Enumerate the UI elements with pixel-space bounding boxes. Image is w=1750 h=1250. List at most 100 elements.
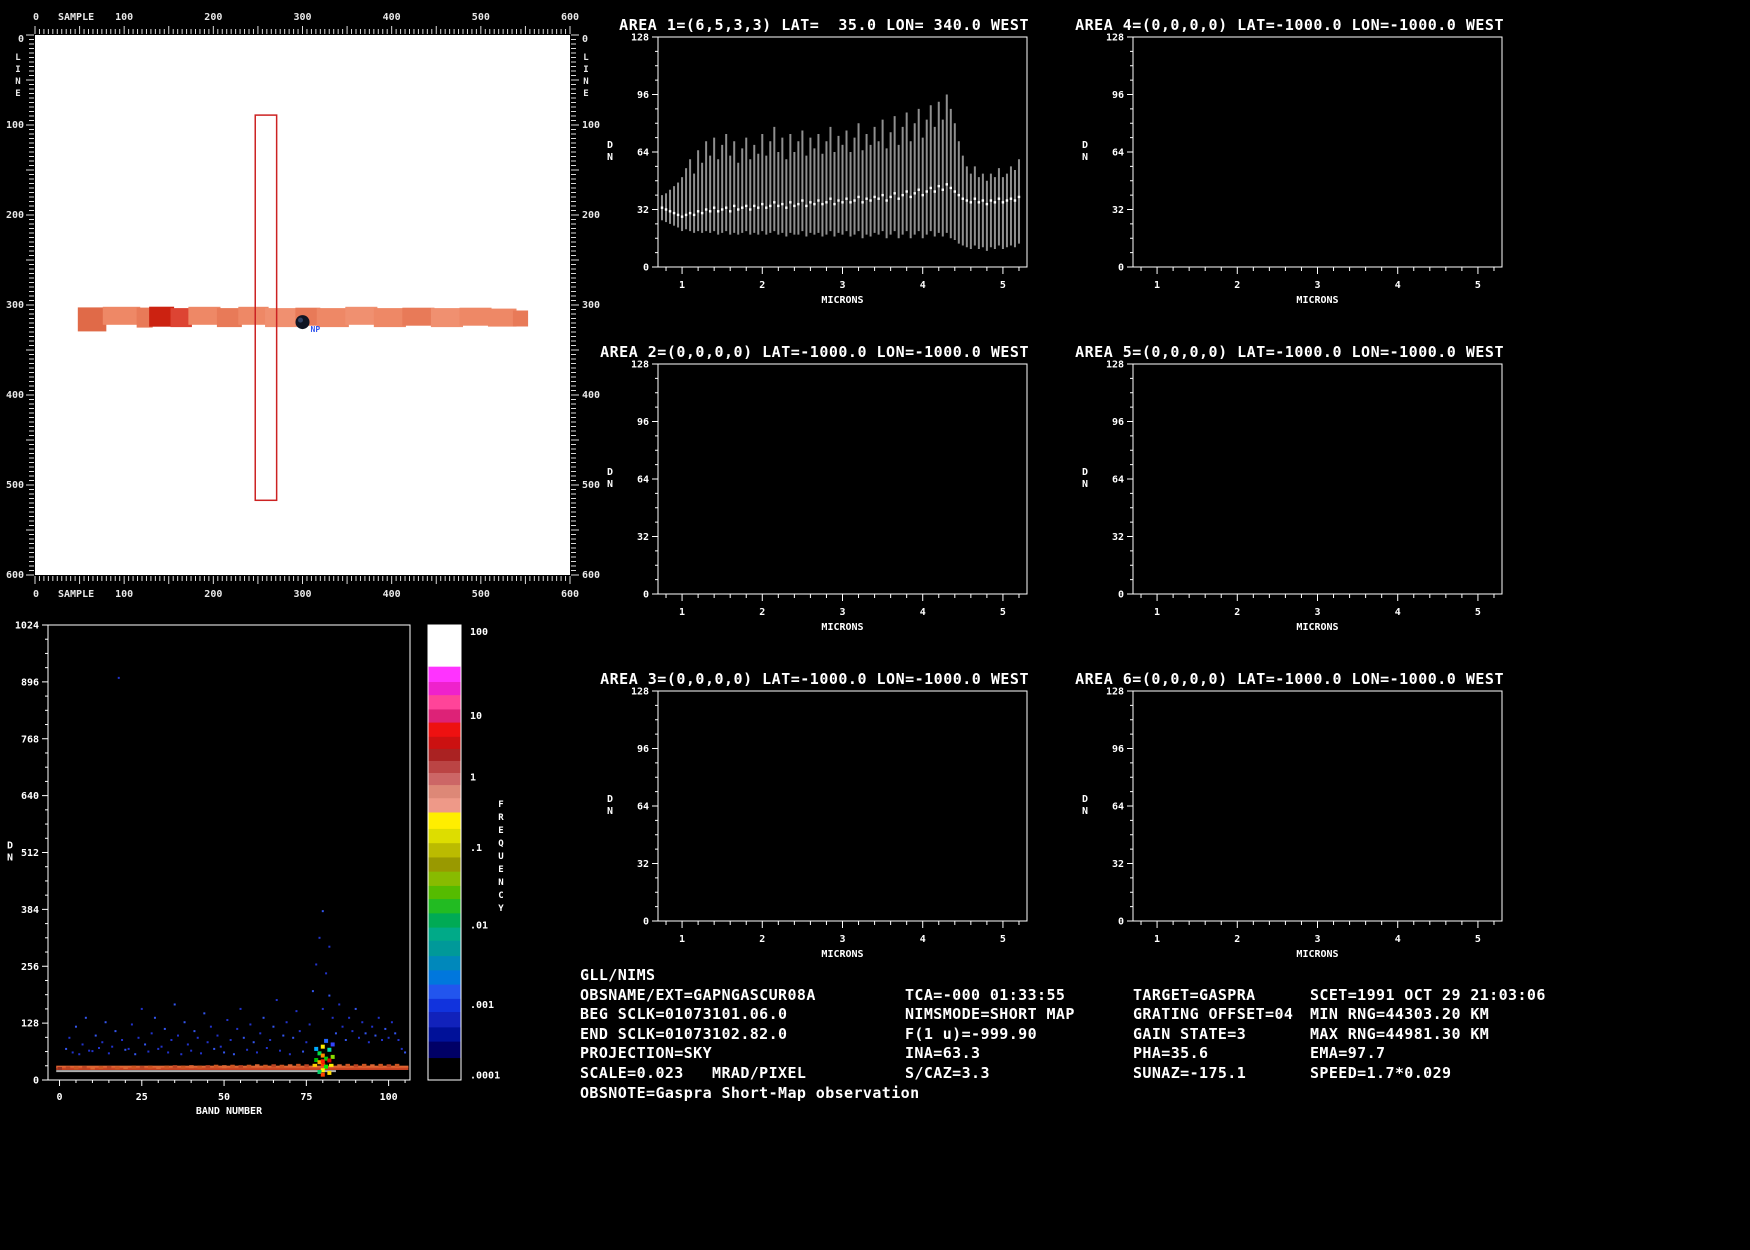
telemetry-field: PROJECTION=SKY — [580, 1044, 713, 1063]
svg-text:MICRONS: MICRONS — [821, 622, 863, 633]
svg-text:C: C — [498, 891, 503, 901]
svg-text:Y: Y — [498, 904, 504, 914]
svg-text:600: 600 — [561, 589, 579, 600]
spectrum-panel: AREA 1=(6,5,3,3) LAT= 35.0 LON= 340.0 WE… — [580, 8, 1165, 318]
svg-text:3: 3 — [1314, 934, 1320, 945]
svg-text:0: 0 — [33, 589, 39, 600]
svg-text:2: 2 — [759, 607, 765, 618]
svg-text:.01: .01 — [470, 920, 488, 931]
telemetry-field: SCET=1991 OCT 29 21:03:06 — [1310, 985, 1546, 1004]
spectrum-panel: AREA 4=(0,0,0,0) LAT=-1000.0 LON=-1000.0… — [1055, 8, 1640, 318]
svg-text:1: 1 — [1154, 607, 1160, 618]
svg-text:32: 32 — [1112, 532, 1124, 543]
svg-text:3: 3 — [839, 280, 845, 291]
spectrum-plot: 0 32 64 96 128 1 2 3 4 5 MICRONS DN — [1082, 360, 1503, 633]
svg-text:N: N — [607, 479, 613, 490]
svg-text:75: 75 — [300, 1092, 312, 1103]
svg-text:D: D — [1082, 467, 1088, 478]
svg-text:F: F — [498, 800, 503, 810]
telemetry-field: S/CAZ=3.3 — [905, 1063, 990, 1082]
telemetry-field: OBSNAME/EXT=GAPNGASCUR08A — [580, 985, 816, 1004]
svg-text:N: N — [15, 77, 20, 87]
svg-text:896: 896 — [21, 677, 39, 688]
svg-text:64: 64 — [637, 475, 649, 486]
svg-text:5: 5 — [1000, 607, 1006, 618]
svg-text:0: 0 — [582, 34, 588, 45]
svg-text:MICRONS: MICRONS — [1296, 622, 1338, 633]
telemetry-row: END SCLK=01073102.82.0 F(1 u)=-999.90 GA… — [580, 1025, 1750, 1045]
svg-text:MICRONS: MICRONS — [821, 949, 863, 960]
svg-text:400: 400 — [582, 390, 600, 401]
svg-text:N: N — [1082, 479, 1088, 490]
spectrum-title: AREA 1=(6,5,3,3) LAT= 35.0 LON= 340.0 WE… — [619, 16, 1029, 34]
svg-text:D: D — [1082, 794, 1088, 805]
observation-note: OBSNOTE=Gaspra Short-Map observation — [580, 1083, 920, 1102]
svg-text:D: D — [607, 794, 613, 805]
telemetry-field: F(1 u)=-999.90 — [905, 1024, 1038, 1043]
svg-text:3: 3 — [839, 607, 845, 618]
svg-text:2: 2 — [759, 280, 765, 291]
svg-text:.0001: .0001 — [470, 1070, 500, 1081]
svg-text:300: 300 — [6, 300, 24, 311]
telemetry-field: MAX RNG=44981.30 KM — [1310, 1024, 1490, 1043]
svg-text:400: 400 — [6, 390, 24, 401]
svg-text:200: 200 — [204, 589, 222, 600]
svg-text:500: 500 — [472, 12, 490, 23]
svg-text:500: 500 — [582, 480, 600, 491]
svg-text:L: L — [583, 53, 589, 63]
svg-text:I: I — [583, 65, 588, 75]
svg-text:BAND NUMBER: BAND NUMBER — [196, 1106, 263, 1117]
svg-text:4: 4 — [920, 280, 926, 291]
svg-text:0: 0 — [1118, 590, 1124, 601]
svg-text:0: 0 — [643, 263, 649, 274]
svg-text:128: 128 — [21, 1019, 39, 1030]
svg-text:128: 128 — [1106, 33, 1124, 44]
svg-text:600: 600 — [582, 570, 600, 581]
svg-text:4: 4 — [1395, 934, 1401, 945]
svg-text:N: N — [607, 152, 613, 163]
telemetry-row: PROJECTION=SKY INA=63.3 PHA=35.6 EMA=97.… — [580, 1044, 1750, 1064]
svg-text:128: 128 — [631, 33, 649, 44]
svg-text:100: 100 — [380, 1092, 398, 1103]
telemetry-field: SCALE=0.023 MRAD/PIXEL — [580, 1063, 807, 1082]
footprint-map-plot: 1001002002003003004004005005006006000 SAM… — [6, 12, 600, 600]
telemetry-field: EMA=97.7 — [1310, 1044, 1386, 1063]
telemetry-field: GAIN STATE=3 — [1133, 1024, 1247, 1043]
svg-text:0: 0 — [643, 917, 649, 928]
telemetry-field: END SCLK=01073102.82.0 — [580, 1024, 788, 1043]
svg-text:L: L — [15, 53, 21, 63]
svg-text:25: 25 — [136, 1092, 148, 1103]
svg-text:1: 1 — [470, 772, 476, 783]
svg-text:5: 5 — [1000, 280, 1006, 291]
svg-text:32: 32 — [637, 205, 649, 216]
telemetry-field: PHA=35.6 — [1133, 1044, 1209, 1063]
svg-text:3: 3 — [1314, 280, 1320, 291]
svg-text:E: E — [15, 89, 20, 99]
svg-text:300: 300 — [293, 589, 311, 600]
telemetry-field: NIMSMODE=SHORT MAP — [905, 1005, 1075, 1024]
svg-text:N: N — [1082, 806, 1088, 817]
telemetry-field: TARGET=GASPRA — [1133, 985, 1256, 1004]
svg-text:Q: Q — [498, 839, 504, 849]
svg-text:5: 5 — [1475, 934, 1481, 945]
svg-text:32: 32 — [1112, 859, 1124, 870]
telemetry-row: SCALE=0.023 MRAD/PIXEL S/CAZ=3.3 SUNAZ=-… — [580, 1064, 1750, 1084]
svg-text:100: 100 — [6, 120, 24, 131]
svg-text:384: 384 — [21, 905, 39, 916]
svg-text:500: 500 — [472, 589, 490, 600]
svg-text:3: 3 — [1314, 607, 1320, 618]
svg-text:N: N — [1082, 152, 1088, 163]
svg-text:N: N — [583, 77, 588, 87]
svg-text:128: 128 — [1106, 360, 1124, 371]
svg-text:64: 64 — [1112, 802, 1124, 813]
svg-text:64: 64 — [1112, 475, 1124, 486]
svg-text:4: 4 — [1395, 607, 1401, 618]
svg-text:SAMPLE: SAMPLE — [58, 12, 94, 23]
svg-text:0: 0 — [1118, 263, 1124, 274]
svg-text:100: 100 — [470, 627, 488, 638]
svg-text:2: 2 — [759, 934, 765, 945]
spectrum-plot: 0 32 64 96 128 1 2 3 4 5 MICRONS DN — [607, 33, 1028, 306]
svg-text:D: D — [7, 841, 13, 852]
svg-text:0: 0 — [33, 1076, 39, 1087]
spectrum-title: AREA 3=(0,0,0,0) LAT=-1000.0 LON=-1000.0… — [600, 670, 1029, 688]
